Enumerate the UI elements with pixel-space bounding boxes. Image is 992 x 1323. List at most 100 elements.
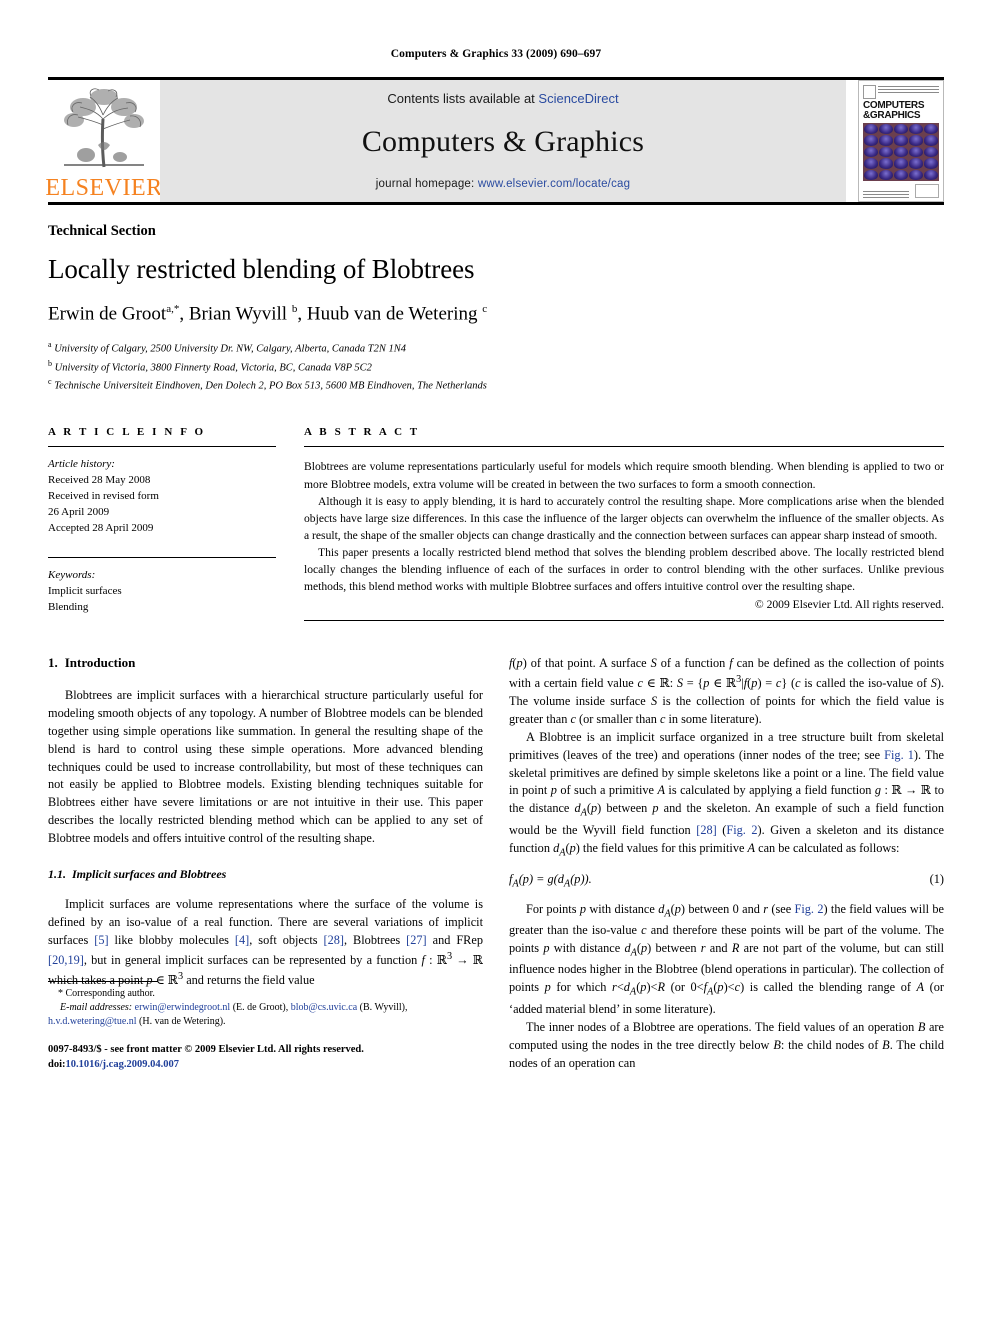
- abstract-paragraph: Although it is easy to apply blending, i…: [304, 494, 944, 542]
- figure-ref-2[interactable]: Fig. 2: [726, 823, 757, 837]
- section-kicker: Technical Section: [48, 223, 156, 239]
- footnote-rule: [48, 981, 158, 983]
- body-column-left: 1. Introduction Blobtrees are implicit su…: [48, 655, 483, 1073]
- imprint-front-matter: 0097-8493/$ - see front matter © 2009 El…: [48, 1044, 364, 1056]
- article-history-line: Received in revised form: [48, 490, 159, 503]
- affiliation-list: a University of Calgary, 2500 University…: [48, 339, 944, 394]
- cover-title: COMPUTERS &GRAPHICS: [863, 101, 939, 121]
- masthead-bottom-rule: [48, 202, 944, 205]
- asterisk-icon: *: [58, 988, 63, 1000]
- elsevier-wordmark: ELSEVIER: [45, 175, 163, 201]
- running-head: Computers & Graphics 33 (2009) 690–697: [390, 48, 602, 60]
- email-addresses-label: E-mail addresses:: [60, 1002, 133, 1014]
- corresponding-author-note: * Corresponding author.: [48, 987, 483, 1001]
- abstract-body: Blobtrees are volume representations par…: [304, 458, 944, 594]
- elsevier-logo: ELSEVIER: [45, 80, 163, 202]
- journal-band: Contents lists available at ScienceDirec…: [160, 80, 846, 202]
- elsevier-tree-icon: [64, 88, 144, 168]
- paragraph-implicit-1: Implicit surfaces are volume representat…: [48, 897, 483, 988]
- author-list: Erwin de Groota,*, Brian Wyvill b, Huub …: [48, 303, 488, 325]
- cover-footer-strip: [863, 184, 939, 198]
- cover-header-lines: [878, 85, 939, 93]
- journal-homepage-line: journal homepage: www.elsevier.com/locat…: [376, 178, 630, 190]
- homepage-prefix: journal homepage:: [375, 178, 478, 190]
- email-owner: (B. Wyvill): [359, 1002, 405, 1014]
- article-info-rule-2: [48, 557, 276, 559]
- affiliation-b: b University of Victoria, 3800 Finnerty …: [48, 358, 372, 374]
- email-owner: (E. de Groot): [232, 1002, 286, 1014]
- abstract-bottom-rule: [304, 619, 944, 621]
- citation-5[interactable]: [5]: [94, 933, 108, 947]
- cover-sciencedirect-mark: [915, 184, 939, 198]
- email-link[interactable]: erwin@erwindegroot.nl: [135, 1002, 231, 1013]
- citation-28-right[interactable]: [28]: [696, 823, 717, 837]
- sciencedirect-link[interactable]: ScienceDirect: [538, 91, 618, 106]
- figure-ref-1[interactable]: Fig. 1: [884, 748, 914, 762]
- keyword-item: Implicit surfaces: [48, 585, 122, 598]
- journal-title: Computers & Graphics: [361, 125, 645, 158]
- heading-implicit-surfaces-number: 1.1.: [48, 867, 66, 882]
- paragraph-right-2: A Blobtree is an implicit surface organi…: [509, 729, 945, 859]
- affiliation-c: c Technische Universiteit Eindhoven, Den…: [48, 377, 487, 392]
- email-link[interactable]: blob@cs.uvic.ca: [291, 1002, 357, 1013]
- keywords-group: Keywords: Implicit surfaces Blending: [48, 568, 276, 616]
- abstract-rule: [304, 446, 944, 448]
- article-history-title: Article history:: [48, 458, 115, 471]
- keywords-title: Keywords:: [48, 569, 96, 582]
- article-history-line: Accepted 28 April 2009: [48, 522, 154, 535]
- figure-ref-2b[interactable]: Fig. 2: [795, 902, 824, 916]
- doi-link[interactable]: 10.1016/j.cag.2009.04.007: [66, 1059, 179, 1070]
- cover-footer-lines: [863, 191, 909, 198]
- cover-title-line2: &GRAPHICS: [863, 110, 921, 121]
- heading-implicit-surfaces: 1.1. Implicit surfaces and Blobtrees: [48, 867, 483, 882]
- paragraph-right-4: The inner nodes of a Blobtree are operat…: [509, 1019, 944, 1070]
- keyword-item: Blending: [48, 601, 89, 614]
- keyword-list: Implicit surfaces Blending: [48, 584, 276, 616]
- imprint-block: 0097-8493/$ - see front matter © 2009 El…: [48, 1042, 483, 1072]
- page-title: Locally restricted blending of Blobtrees: [48, 254, 475, 284]
- citation-27[interactable]: [27]: [406, 933, 427, 947]
- article-info-rule: [48, 446, 276, 448]
- journal-homepage-link[interactable]: www.elsevier.com/locate/cag: [478, 178, 630, 190]
- affiliation-a: a University of Calgary, 2500 University…: [48, 340, 406, 355]
- contents-prefix: Contents lists available at: [387, 91, 539, 106]
- abstract-column: A B S T R A C T Blobtrees are volume rep…: [304, 426, 944, 621]
- footnote-region: * Corresponding author. E-mail addresses…: [48, 981, 483, 1072]
- article-info-heading: A R T I C L E I N F O: [48, 426, 206, 439]
- contents-available-line: Contents lists available at ScienceDirec…: [387, 91, 618, 106]
- journal-masthead: ELSEVIER Contents lists available at Sci…: [45, 77, 944, 202]
- info-abstract-region: A R T I C L E I N F O Article history: R…: [48, 426, 944, 621]
- email-addresses-note: E-mail addresses: erwin@erwindegroot.nl …: [48, 1002, 408, 1028]
- abstract-heading: A B S T R A C T: [304, 426, 420, 439]
- body-two-column-region: 1. Introduction Blobtrees are implicit su…: [48, 655, 944, 1073]
- equation-1-body: fA(p) = g(dA(p)).: [509, 872, 592, 890]
- article-history-group: Article history: Received 28 May 2008 Rec…: [48, 457, 276, 537]
- cover-header-strip: [863, 85, 939, 99]
- heading-introduction-label: Introduction: [64, 654, 136, 670]
- imprint-doi-line: doi:10.1016/j.cag.2009.04.007: [48, 1057, 483, 1072]
- equation-1: fA(p) = g(dA(p)). (1): [509, 872, 944, 889]
- equation-1-number: (1): [929, 872, 944, 887]
- cover-publisher-mark: [863, 85, 876, 99]
- paragraph-right-1: f(p) of that point. A surface S of a fun…: [509, 655, 945, 726]
- doi-label: doi:: [48, 1059, 66, 1071]
- email-link[interactable]: h.v.d.wetering@tue.nl: [48, 1016, 137, 1027]
- heading-introduction: 1. Introduction: [48, 655, 483, 671]
- article-history-line: 26 April 2009: [48, 506, 110, 519]
- abstract-copyright: © 2009 Elsevier Ltd. All rights reserved…: [754, 597, 944, 611]
- cover-artwork: [863, 123, 939, 181]
- abstract-paragraph: Blobtrees are volume representations par…: [304, 460, 944, 491]
- footnote-text: * Corresponding author. E-mail addresses…: [48, 987, 483, 1029]
- paper-page: Computers & Graphics 33 (2009) 690–697 E…: [0, 0, 992, 1323]
- citation-4[interactable]: [4]: [235, 933, 249, 947]
- paragraph-right-3: For points p with distance dA(p) between…: [509, 901, 945, 1016]
- article-history-line: Received 28 May 2008: [48, 474, 151, 487]
- citation-20-19[interactable]: [20,19]: [48, 953, 84, 967]
- corresponding-author-label: Corresponding author.: [65, 988, 155, 1000]
- heading-implicit-surfaces-label: Implicit surfaces and Blobtrees: [72, 867, 227, 882]
- citation-28[interactable]: [28]: [324, 933, 345, 947]
- heading-introduction-number: 1.: [48, 654, 58, 670]
- email-owner: (H. van de Wetering): [139, 1016, 224, 1028]
- article-history-lines: Received 28 May 2008 Received in revised …: [48, 473, 276, 537]
- paragraph-intro-1: Blobtrees are implicit surfaces with a h…: [48, 687, 483, 846]
